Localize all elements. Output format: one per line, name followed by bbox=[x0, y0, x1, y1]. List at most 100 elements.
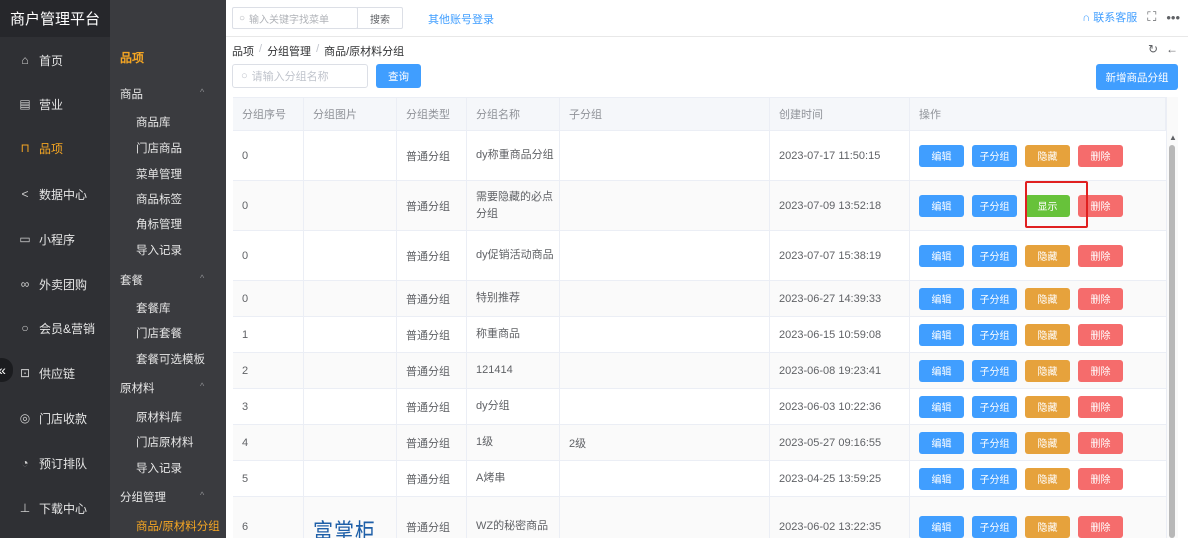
submenu-group[interactable]: 商品 bbox=[120, 86, 143, 102]
cell-sub bbox=[560, 131, 770, 180]
cell-type: 普通分组 bbox=[397, 389, 467, 424]
menu-search-input[interactable]: ○ 输入关键字找菜单 bbox=[232, 7, 358, 29]
breadcrumb-item[interactable]: 品项 bbox=[232, 43, 254, 59]
edit-button[interactable]: 编辑 bbox=[919, 287, 964, 310]
hide-button[interactable]: 隐藏 bbox=[1025, 395, 1070, 418]
submenu-group[interactable]: 原材料 bbox=[120, 380, 155, 396]
delete-button[interactable]: 删除 bbox=[1078, 323, 1123, 346]
sidebar-item[interactable]: ⊥ 下载中心 bbox=[0, 486, 110, 530]
delete-button[interactable]: 删除 bbox=[1078, 287, 1123, 310]
fullscreen-icon[interactable]: ⛶ bbox=[1147, 9, 1156, 25]
more-icon[interactable]: ••• bbox=[1166, 10, 1180, 25]
hide-button[interactable]: 隐藏 bbox=[1025, 431, 1070, 454]
delete-button[interactable]: 删除 bbox=[1078, 467, 1123, 490]
subgroup-button[interactable]: 子分组 bbox=[972, 144, 1017, 167]
submenu-item[interactable]: 菜单管理 bbox=[136, 166, 182, 182]
hide-button[interactable]: 隐藏 bbox=[1025, 467, 1070, 490]
column-header: 分组名称 bbox=[467, 98, 560, 130]
query-button[interactable]: 查询 bbox=[376, 64, 421, 88]
submenu-item[interactable]: 商品/原材料分组 bbox=[136, 518, 220, 534]
chevron-up-icon[interactable]: ^ bbox=[200, 273, 204, 283]
cell-type: 普通分组 bbox=[397, 181, 467, 230]
contact-support-link[interactable]: ∩ 联系客服 bbox=[1082, 9, 1137, 25]
hide-button[interactable]: 隐藏 bbox=[1025, 287, 1070, 310]
submenu-item[interactable]: 原材料库 bbox=[136, 409, 182, 425]
other-account-login-link[interactable]: 其他账号登录 bbox=[428, 11, 494, 27]
group-name-search-input[interactable]: ○ 请输入分组名称 bbox=[232, 64, 368, 88]
back-arrow-icon[interactable]: ← bbox=[1166, 42, 1178, 56]
subgroup-button[interactable]: 子分组 bbox=[972, 395, 1017, 418]
subgroup-button[interactable]: 子分组 bbox=[972, 244, 1017, 267]
sidebar-item[interactable]: ▤ 营业 bbox=[0, 82, 110, 126]
chevron-up-icon[interactable]: ^ bbox=[200, 490, 204, 500]
sidebar-item[interactable]: ◔ 预订排队 bbox=[0, 441, 110, 485]
sidebar-item[interactable]: ⊓ 品项 bbox=[0, 126, 110, 170]
subgroup-button[interactable]: 子分组 bbox=[972, 194, 1017, 217]
edit-button[interactable]: 编辑 bbox=[919, 467, 964, 490]
edit-button[interactable]: 编辑 bbox=[919, 323, 964, 346]
delete-button[interactable]: 删除 bbox=[1078, 515, 1123, 538]
submenu-item[interactable]: 导入记录 bbox=[136, 460, 182, 476]
subgroup-button[interactable]: 子分组 bbox=[972, 467, 1017, 490]
breadcrumb-item[interactable]: 分组管理 bbox=[267, 43, 311, 59]
subgroup-button[interactable]: 子分组 bbox=[972, 431, 1017, 454]
subgroup-button[interactable]: 子分组 bbox=[972, 287, 1017, 310]
sidebar-item[interactable]: < 数据中心 bbox=[0, 172, 110, 216]
hide-button[interactable]: 隐藏 bbox=[1025, 515, 1070, 538]
hide-button[interactable]: 隐藏 bbox=[1025, 359, 1070, 382]
sidebar-item[interactable]: ▭ 小程序 bbox=[0, 217, 110, 261]
menu-search-button[interactable]: 搜索 bbox=[357, 7, 403, 29]
hide-button[interactable]: 隐藏 bbox=[1025, 244, 1070, 267]
sidebar-item[interactable]: ○ 会员&营销 bbox=[0, 306, 110, 350]
group-name-text: A烤串 bbox=[476, 472, 506, 484]
edit-button[interactable]: 编辑 bbox=[919, 359, 964, 382]
delete-button[interactable]: 删除 bbox=[1078, 244, 1123, 267]
submenu-item[interactable]: 套餐库 bbox=[136, 300, 171, 316]
cell-seq: 0 bbox=[233, 281, 304, 316]
edit-button[interactable]: 编辑 bbox=[919, 194, 964, 217]
submenu-item[interactable]: 商品标签 bbox=[136, 191, 182, 207]
add-product-group-button[interactable]: 新增商品分组 bbox=[1096, 64, 1178, 90]
sidebar-item[interactable]: ⊡ 供应链 bbox=[0, 351, 110, 395]
sidebar-item-label: 下载中心 bbox=[39, 501, 88, 516]
edit-button[interactable]: 编辑 bbox=[919, 431, 964, 454]
chevron-up-icon[interactable]: ^ bbox=[200, 381, 204, 391]
group-name-text: 1级 bbox=[476, 436, 494, 448]
subgroup-button[interactable]: 子分组 bbox=[972, 515, 1017, 538]
submenu-group[interactable]: 分组管理 bbox=[120, 489, 166, 505]
refresh-icon[interactable]: ↻ bbox=[1148, 42, 1158, 56]
sidebar-item[interactable]: ◎ 门店收款 bbox=[0, 396, 110, 440]
group-image-cell bbox=[304, 353, 397, 388]
delete-button[interactable]: 删除 bbox=[1078, 194, 1123, 217]
delete-button[interactable]: 删除 bbox=[1078, 144, 1123, 167]
table-row: 3 普通分组 dy分组 2023-06-03 10:22:36 编辑 子分组 隐藏 删除 bbox=[233, 389, 1166, 425]
subgroup-button[interactable]: 子分组 bbox=[972, 323, 1017, 346]
submenu-item[interactable]: 套餐可选模板 bbox=[136, 351, 205, 367]
hide-button[interactable]: 隐藏 bbox=[1025, 323, 1070, 346]
scrollbar-thumb[interactable] bbox=[1169, 145, 1175, 538]
submenu-item[interactable]: 门店商品 bbox=[136, 140, 182, 156]
show-button[interactable]: 显示 bbox=[1025, 194, 1070, 217]
sidebar-item[interactable]: ∞ 外卖团购 bbox=[0, 262, 110, 306]
submenu-group[interactable]: 套餐 bbox=[120, 272, 143, 288]
delete-button[interactable]: 删除 bbox=[1078, 431, 1123, 454]
hide-button[interactable]: 隐藏 bbox=[1025, 144, 1070, 167]
cell-created: 2023-04-25 13:59:25 bbox=[770, 461, 910, 496]
submenu-item[interactable]: 门店原材料 bbox=[136, 434, 194, 450]
chevron-up-icon[interactable]: ^ bbox=[200, 87, 204, 97]
delete-button[interactable]: 删除 bbox=[1078, 359, 1123, 382]
sidebar-item-label: 小程序 bbox=[39, 232, 76, 247]
edit-button[interactable]: 编辑 bbox=[919, 395, 964, 418]
delete-button[interactable]: 删除 bbox=[1078, 395, 1123, 418]
submenu-item[interactable]: 角标管理 bbox=[136, 216, 182, 232]
edit-button[interactable]: 编辑 bbox=[919, 515, 964, 538]
subgroup-button[interactable]: 子分组 bbox=[972, 359, 1017, 382]
submenu-item[interactable]: 门店套餐 bbox=[136, 325, 182, 341]
edit-button[interactable]: 编辑 bbox=[919, 144, 964, 167]
submenu-item[interactable]: 导入记录 bbox=[136, 242, 182, 258]
sidebar-item[interactable]: ⌂ 首页 bbox=[0, 38, 110, 82]
submenu-item[interactable]: 商品库 bbox=[136, 114, 171, 130]
scroll-up-icon[interactable]: ▲ bbox=[1169, 133, 1177, 142]
cell-sub bbox=[560, 461, 770, 496]
edit-button[interactable]: 编辑 bbox=[919, 244, 964, 267]
